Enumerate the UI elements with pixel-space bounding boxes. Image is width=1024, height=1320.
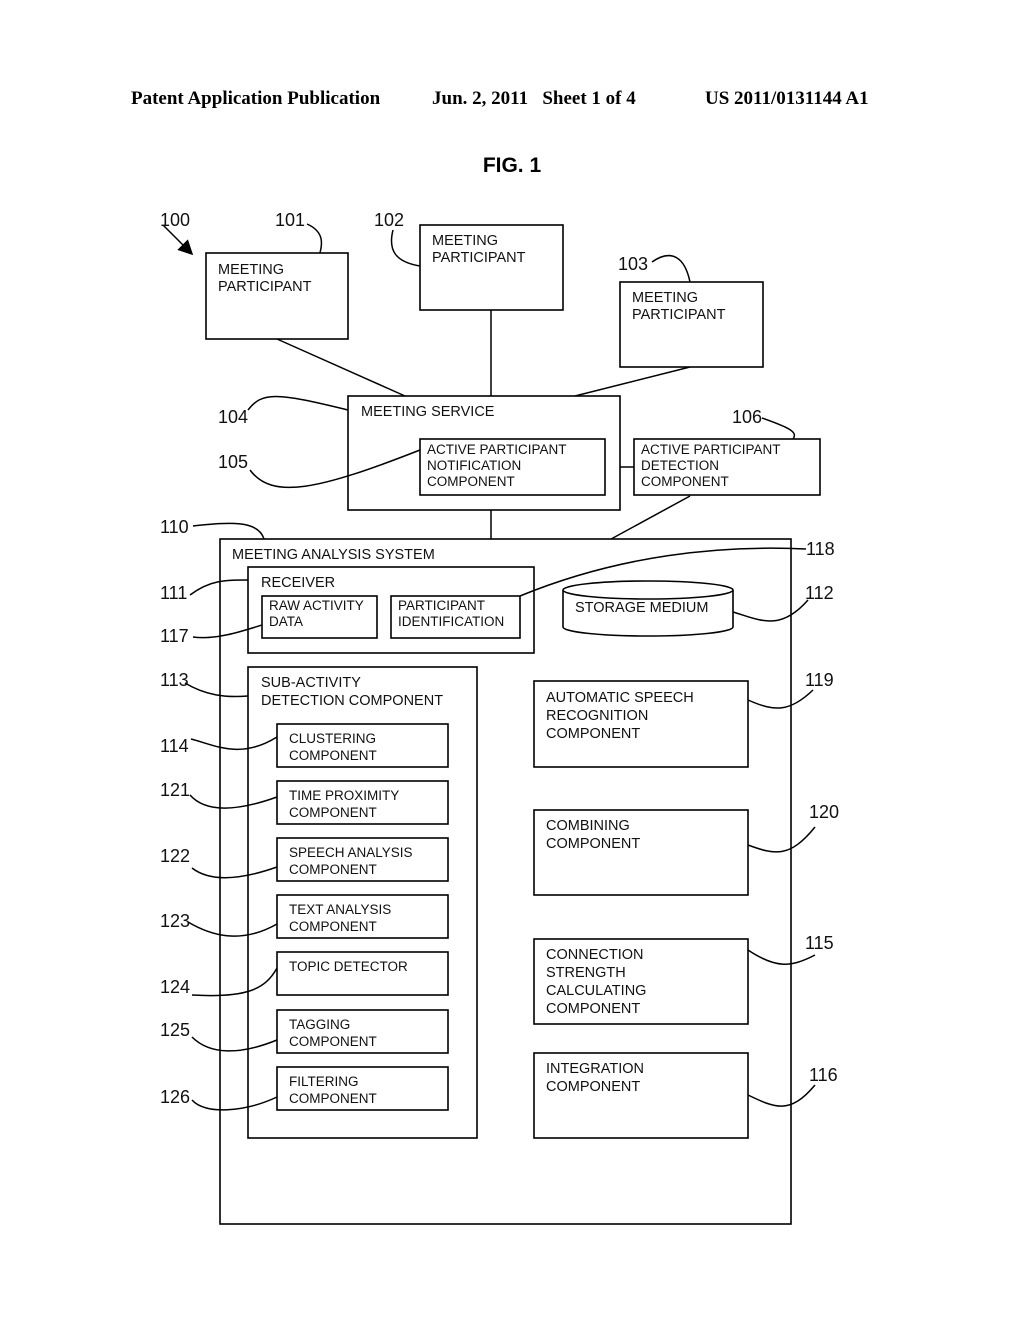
label-line: PARTICIPANT: [398, 598, 485, 613]
connector-p1-service: [276, 338, 406, 397]
label-meeting-service: MEETING SERVICE: [361, 404, 495, 420]
label-analysis-system: MEETING ANALYSIS SYSTEM: [232, 547, 435, 563]
label-line: FILTERING: [289, 1074, 359, 1089]
ref-113: 113: [160, 670, 189, 690]
label-line: COMPONENT: [289, 1034, 377, 1049]
leader-101: [306, 223, 323, 254]
label-storage: STORAGE MEDIUM: [575, 600, 708, 616]
label-line: COMPONENT: [546, 1001, 640, 1017]
label-line: RECEIVER: [261, 575, 335, 591]
label-line: IDENTIFICATION: [398, 614, 504, 629]
ref-106: 106: [732, 407, 762, 427]
ref-122: 122: [160, 846, 190, 866]
label-line: PARTICIPANT: [432, 250, 526, 266]
label-line: TEXT ANALYSIS: [289, 902, 391, 917]
leader-103: [651, 254, 691, 283]
label-receiver: RECEIVER: [261, 575, 335, 591]
label-line: COMPONENT: [641, 474, 729, 489]
label-line: STRENGTH: [546, 965, 626, 981]
label-line: PARTICIPANT: [632, 307, 726, 323]
label-line: TAGGING: [289, 1017, 350, 1032]
leader-110: [192, 522, 265, 540]
ref-101: 101: [275, 210, 305, 230]
ref-103: 103: [618, 254, 648, 274]
label-line: INTEGRATION: [546, 1061, 644, 1077]
label-line: COMPONENT: [427, 474, 515, 489]
label-line: RAW ACTIVITY: [269, 598, 364, 613]
label-line: MEETING SERVICE: [361, 404, 495, 420]
ref-117: 117: [160, 626, 189, 646]
label-line: MEETING: [632, 290, 698, 306]
label-line: DATA: [269, 614, 303, 629]
ref-116: 116: [809, 1065, 838, 1085]
label-line: COMPONENT: [289, 805, 377, 820]
label-line: COMPONENT: [289, 748, 377, 763]
ref-121: 121: [160, 780, 190, 800]
label-line: ACTIVE PARTICIPANT: [427, 442, 567, 457]
label-topic-detector: TOPIC DETECTOR: [289, 959, 408, 974]
label-line: MEETING ANALYSIS SYSTEM: [232, 547, 435, 563]
ref-112: 112: [805, 583, 834, 603]
label-line: DETECTION COMPONENT: [261, 693, 443, 709]
label-line: MEETING: [432, 233, 498, 249]
ref-104: 104: [218, 407, 248, 427]
ref-100: 100: [160, 210, 190, 230]
ref-114: 114: [160, 736, 189, 756]
label-line: RECOGNITION: [546, 708, 648, 724]
label-line: COMPONENT: [289, 862, 377, 877]
label-line: CALCULATING: [546, 983, 646, 999]
label-line: NOTIFICATION: [427, 458, 521, 473]
label-line: ACTIVE PARTICIPANT: [641, 442, 781, 457]
ref-125: 125: [160, 1020, 190, 1040]
ref-105: 105: [218, 452, 248, 472]
ref-118: 118: [806, 539, 835, 559]
label-line: TOPIC DETECTOR: [289, 959, 408, 974]
label-line: CONNECTION: [546, 947, 643, 963]
label-line: COMPONENT: [546, 836, 640, 852]
ref-126: 126: [160, 1087, 190, 1107]
block-diagram: 100 101 102 103 104 105 106 110 111 112 …: [160, 210, 839, 1225]
label-line: COMPONENT: [546, 726, 640, 742]
ref-115: 115: [805, 933, 834, 953]
leader-104: [247, 395, 349, 411]
label-line: COMPONENT: [289, 1091, 377, 1106]
label-line: STORAGE MEDIUM: [575, 600, 708, 616]
leader-106: [761, 417, 796, 440]
ref-111: 111: [160, 583, 187, 603]
label-line: COMBINING: [546, 818, 630, 834]
ref-123: 123: [160, 911, 190, 931]
ref-119: 119: [805, 670, 834, 690]
ref-110: 110: [160, 517, 189, 537]
label-line: AUTOMATIC SPEECH: [546, 690, 694, 706]
ref-120: 120: [809, 802, 839, 822]
leader-102: [390, 229, 421, 267]
label-line: DETECTION: [641, 458, 719, 473]
label-line: COMPONENT: [546, 1079, 640, 1095]
connector-p3-service: [574, 366, 691, 397]
label-line: TIME PROXIMITY: [289, 788, 399, 803]
label-line: CLUSTERING: [289, 731, 376, 746]
ref-124: 124: [160, 977, 190, 997]
ref-102: 102: [374, 210, 404, 230]
label-line: SUB-ACTIVITY: [261, 675, 361, 691]
label-line: SPEECH ANALYSIS: [289, 845, 413, 860]
label-line: PARTICIPANT: [218, 279, 312, 295]
label-line: COMPONENT: [289, 919, 377, 934]
label-line: MEETING: [218, 262, 284, 278]
